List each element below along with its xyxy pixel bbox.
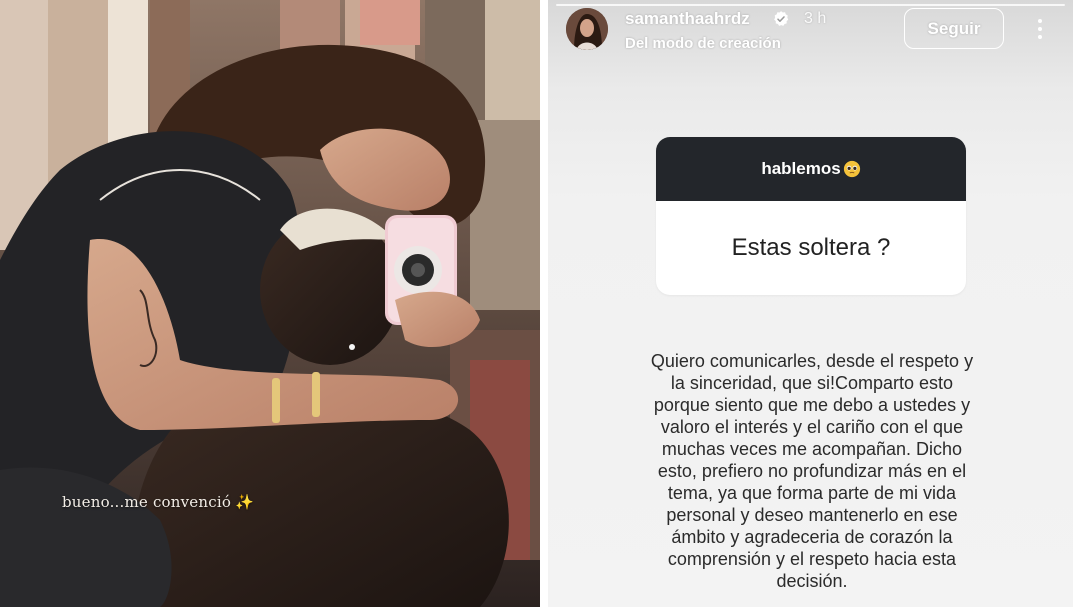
question-header-text: hablemos bbox=[761, 159, 841, 178]
verified-badge-icon bbox=[774, 11, 789, 26]
dot bbox=[1038, 35, 1042, 39]
question-text: Estas soltera ? bbox=[731, 234, 891, 261]
screenshot-root: bueno...me convenció ✨ samanthaahrdz 3 h … bbox=[0, 0, 1080, 607]
question-header: hablemos bbox=[656, 137, 966, 201]
photo-caption: bueno...me convenció ✨ bbox=[62, 493, 254, 511]
dot bbox=[1038, 19, 1042, 23]
story-subtitle[interactable]: Del modo de creación bbox=[625, 35, 781, 52]
more-options-icon[interactable] bbox=[1028, 14, 1052, 44]
photo-illustration bbox=[0, 0, 540, 607]
answer-text: Quiero comunicarles, desde el respeto y … bbox=[650, 351, 974, 591]
dot bbox=[1038, 27, 1042, 31]
avatar[interactable] bbox=[566, 8, 608, 50]
story-time: 3 h bbox=[804, 10, 827, 27]
instagram-story: samanthaahrdz 3 h Del modo de creación S… bbox=[548, 0, 1073, 607]
couple-photo: bueno...me convenció ✨ bbox=[0, 0, 540, 607]
caption-text: bueno...me convenció bbox=[62, 493, 232, 511]
sparkle-icon: ✨ bbox=[235, 493, 254, 511]
story-progress-bar bbox=[556, 4, 1065, 6]
avatar-image bbox=[566, 8, 608, 50]
pleading-face-icon bbox=[843, 160, 860, 178]
follow-button[interactable]: Seguir bbox=[904, 8, 1004, 49]
question-sticker: hablemos Estas soltera ? bbox=[656, 137, 966, 295]
story-username[interactable]: samanthaahrdz bbox=[625, 9, 750, 29]
